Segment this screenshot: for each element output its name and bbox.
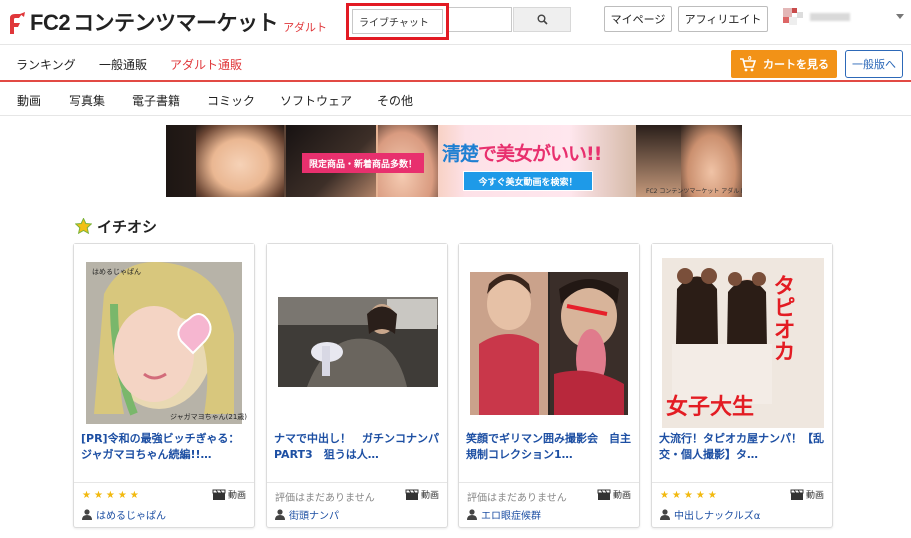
product-meta: ★★★★★ 動画 中出しナックルズα bbox=[652, 482, 832, 528]
seller-link[interactable]: はめるじゃぱん bbox=[82, 507, 166, 522]
username-blurred[interactable] bbox=[810, 13, 850, 21]
product-thumbnail[interactable]: はめるじゃぱん ジャガマヨちゃん(21歳) bbox=[74, 244, 254, 430]
primary-nav: ランキング 一般通販 アダルト通販 0 カートを見る 一般版へ bbox=[0, 44, 911, 82]
clapperboard-icon bbox=[597, 489, 611, 500]
site-header: FC2コンテンツマーケット アダルト マイページ アフィリエイト bbox=[0, 0, 911, 44]
category-nav: 動画 写真集 電子書籍 コミック ソフトウェア その他 bbox=[0, 82, 911, 116]
general-version-button[interactable]: 一般版へ bbox=[845, 50, 903, 78]
seller-link[interactable]: エロ眼症候群 bbox=[467, 507, 541, 522]
banner-logo: FC2 コンテンツマーケット アダルト bbox=[646, 188, 742, 195]
product-thumbnail[interactable] bbox=[267, 244, 447, 430]
product-card[interactable]: はめるじゃぱん ジャガマヨちゃん(21歳) [PR]令和の最強ビッチぎゃる：ジャ… bbox=[73, 243, 255, 528]
user-icon bbox=[82, 509, 92, 520]
seller-link[interactable]: 街頭ナンパ bbox=[275, 507, 339, 522]
star-icon bbox=[75, 218, 92, 234]
banner-title: 清楚で美女がいい!! bbox=[442, 143, 602, 165]
rating-stars: ★★★★★ bbox=[82, 490, 142, 501]
media-type: 動画 bbox=[212, 488, 246, 501]
product-card[interactable]: 笑顔でギリマン囲み撮影会 自主規制コレクション1… 評価はまだありません 動画 … bbox=[458, 243, 640, 528]
banner-tag: 限定商品・新着商品多数！ bbox=[302, 153, 425, 173]
site-logo[interactable]: FC2 コンテンツマーケット アダルト bbox=[6, 8, 327, 36]
product-card[interactable]: ナマで中出し！ ガチンコナンパ PART3 狙うは人… 評価はまだありません 動… bbox=[266, 243, 448, 528]
svg-text:0: 0 bbox=[748, 56, 752, 62]
search-input[interactable] bbox=[352, 9, 443, 34]
chevron-down-icon[interactable] bbox=[896, 14, 904, 19]
product-meta: ★★★★★ 動画 はめるじゃぱん bbox=[74, 482, 254, 528]
no-rating-text: 評価はまだありません bbox=[275, 493, 375, 504]
search-highlight-box bbox=[346, 3, 449, 40]
svg-text:はめるじゃぱん: はめるじゃぱん bbox=[92, 268, 141, 276]
product-title[interactable]: 大流行！タピオカ屋ナンパ！【乱交・個人撮影】タ… bbox=[659, 431, 825, 463]
logo-text: FC2 コンテンツマーケット bbox=[30, 10, 279, 36]
user-icon bbox=[275, 509, 285, 520]
affiliate-button[interactable]: アフィリエイト bbox=[678, 6, 768, 32]
rating-stars: ★★★★★ bbox=[660, 490, 720, 501]
clapperboard-icon bbox=[405, 489, 419, 500]
media-type: 動画 bbox=[405, 488, 439, 501]
product-title[interactable]: ナマで中出し！ ガチンコナンパ PART3 狙うは人… bbox=[274, 431, 440, 463]
search-icon bbox=[537, 14, 548, 25]
nav-ranking[interactable]: ランキング bbox=[16, 56, 76, 73]
user-icon bbox=[660, 509, 670, 520]
svg-text:タピオカ: タピオカ bbox=[770, 274, 795, 362]
search-input-extension[interactable] bbox=[449, 7, 512, 32]
media-type: 動画 bbox=[597, 488, 631, 501]
no-rating-text: 評価はまだありません bbox=[467, 493, 567, 504]
category-other[interactable]: その他 bbox=[377, 92, 413, 109]
user-icon bbox=[467, 509, 477, 520]
category-software[interactable]: ソフトウェア bbox=[280, 92, 352, 109]
svg-text:ジャガマヨちゃん(21歳): ジャガマヨちゃん(21歳) bbox=[170, 412, 247, 421]
category-comic[interactable]: コミック bbox=[207, 92, 255, 109]
clapperboard-icon bbox=[790, 489, 804, 500]
banner-photo bbox=[196, 125, 284, 197]
clapperboard-icon bbox=[212, 489, 226, 500]
banner-cta: 今すぐ美女動画を検索！ bbox=[463, 171, 593, 191]
seller-link[interactable]: 中出しナックルズα bbox=[660, 507, 760, 522]
nav-adult-shop[interactable]: アダルト通販 bbox=[170, 56, 242, 73]
view-cart-button[interactable]: 0 カートを見る bbox=[731, 50, 837, 78]
product-card[interactable]: タピオカ 女子大生 大流行！タピオカ屋ナンパ！【乱交・個人撮影】タ… ★★★★★… bbox=[651, 243, 833, 528]
cart-icon: 0 bbox=[740, 56, 757, 72]
product-meta: 評価はまだありません 動画 エロ眼症候群 bbox=[459, 482, 639, 528]
product-thumbnail[interactable] bbox=[459, 244, 639, 430]
category-video[interactable]: 動画 bbox=[17, 92, 41, 109]
product-title[interactable]: 笑顔でギリマン囲み撮影会 自主規制コレクション1… bbox=[466, 431, 632, 463]
view-cart-label: カートを見る bbox=[763, 58, 829, 71]
user-avatar-icon[interactable] bbox=[783, 8, 805, 28]
search-button[interactable] bbox=[513, 7, 571, 32]
media-type: 動画 bbox=[790, 488, 824, 501]
section-title: イチオシ bbox=[75, 216, 157, 236]
promo-banner[interactable]: 限定商品・新着商品多数！ 清楚で美女がいい!! 今すぐ美女動画を検索！ FC2 … bbox=[166, 125, 742, 197]
product-thumbnail[interactable]: タピオカ 女子大生 bbox=[652, 244, 832, 430]
nav-general-shop[interactable]: 一般通販 bbox=[99, 56, 147, 73]
mypage-button[interactable]: マイページ bbox=[604, 6, 672, 32]
logo-adult-label: アダルト bbox=[283, 21, 328, 34]
fc2-logo-icon bbox=[10, 12, 25, 34]
product-title[interactable]: [PR]令和の最強ビッチぎゃる：ジャガマヨちゃん続編!!… bbox=[81, 431, 247, 463]
product-meta: 評価はまだありません 動画 街頭ナンパ bbox=[267, 482, 447, 528]
svg-text:女子大生: 女子大生 bbox=[666, 394, 754, 420]
category-ebook[interactable]: 電子書籍 bbox=[132, 92, 180, 109]
category-photobook[interactable]: 写真集 bbox=[69, 92, 105, 109]
